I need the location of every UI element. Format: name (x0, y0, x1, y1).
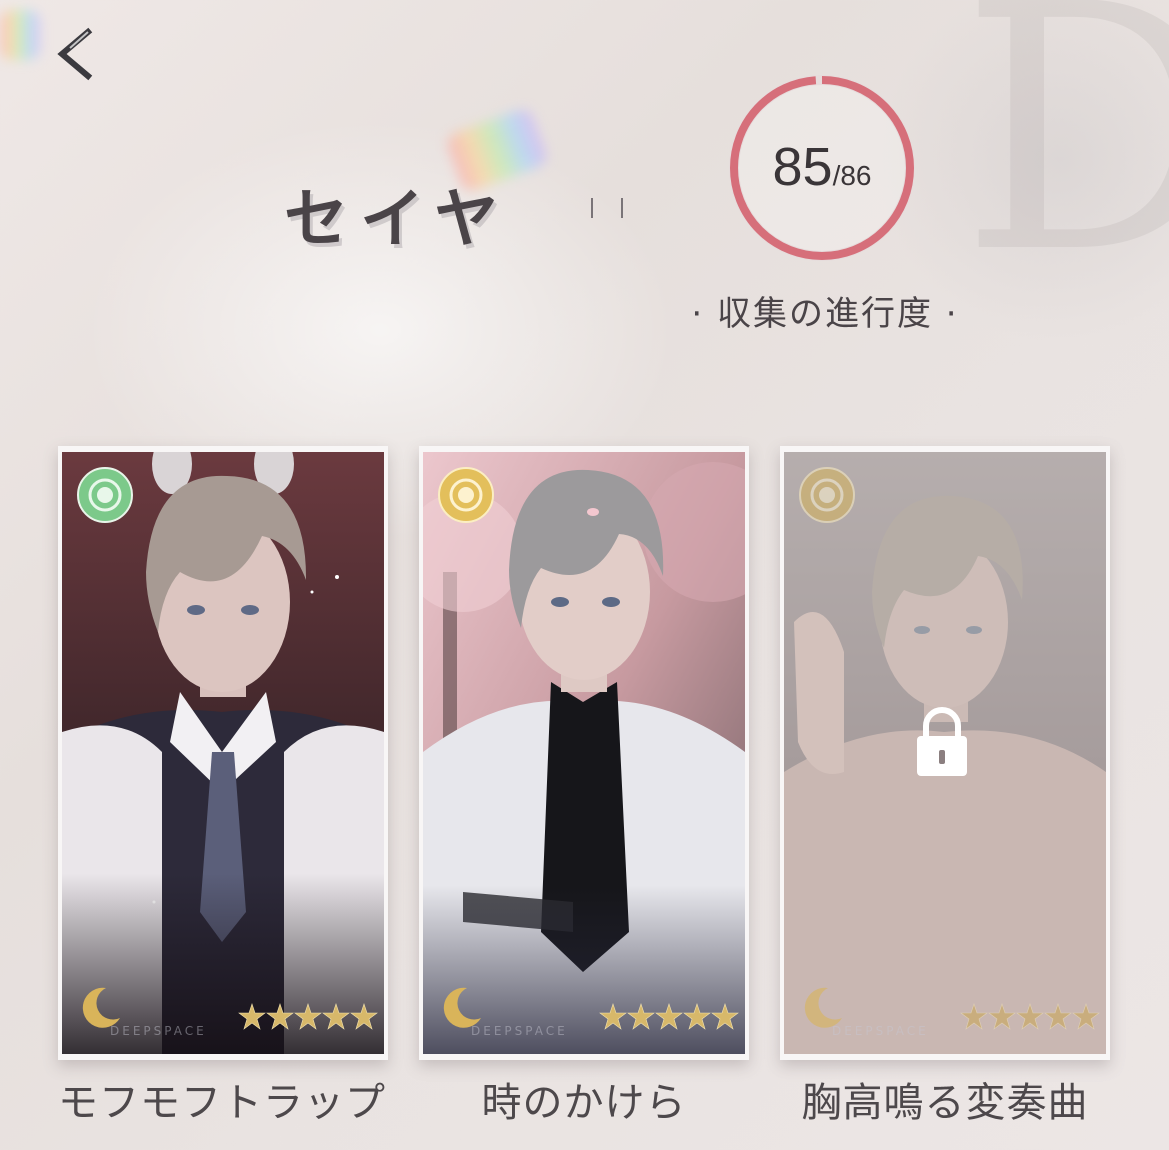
card-title-3: 胸高鳴る変奏曲 (801, 1080, 1089, 1126)
rarity-badge-icon (799, 467, 855, 523)
chevron-left-icon (57, 27, 93, 81)
name-divider-ticks (591, 198, 623, 218)
star-icon (599, 1003, 627, 1030)
card-brand-watermark: DEEPSPACE (832, 1024, 929, 1038)
light-flare (0, 10, 40, 60)
back-button[interactable] (48, 22, 108, 82)
card-artwork (62, 452, 384, 1054)
memory-card-1[interactable]: DEEPSPACE (58, 446, 388, 1060)
star-icon (988, 1003, 1016, 1030)
card-title-2: 時のかけら (481, 1080, 687, 1126)
rarity-badge-icon (77, 467, 133, 523)
card-title-1: モフモフトラップ (58, 1080, 386, 1126)
star-icon (960, 1003, 988, 1030)
star-icon (655, 1003, 683, 1030)
star-icon (322, 1003, 350, 1030)
card-artwork (423, 452, 745, 1054)
progress-current: 85 (772, 137, 833, 197)
card-brand-watermark: DEEPSPACE (110, 1024, 207, 1038)
memory-card-3[interactable]: DEEPSPACE (780, 446, 1110, 1060)
star-icon (1016, 1003, 1044, 1030)
background-decor-letter: D (960, 0, 1169, 328)
card-brand-watermark: DEEPSPACE (471, 1024, 568, 1038)
star-icon (238, 1003, 266, 1030)
lock-icon (917, 707, 967, 776)
star-icon (1044, 1003, 1072, 1030)
star-icon (683, 1003, 711, 1030)
progress-total: 86 (840, 160, 872, 191)
star-rating (599, 1003, 739, 1030)
rarity-badge-icon (438, 467, 494, 523)
star-icon (294, 1003, 322, 1030)
star-icon (350, 1003, 378, 1030)
star-rating (238, 1003, 378, 1030)
star-icon (266, 1003, 294, 1030)
collection-progress-value: 85/86 (722, 136, 922, 198)
memory-card-2[interactable]: DEEPSPACE (419, 446, 749, 1060)
character-name: セイヤ (284, 183, 511, 257)
star-icon (1072, 1003, 1100, 1030)
star-rating (960, 1003, 1100, 1030)
star-icon (711, 1003, 739, 1030)
star-icon (627, 1003, 655, 1030)
collection-progress-label: · 収集の進行度 · (691, 294, 959, 334)
